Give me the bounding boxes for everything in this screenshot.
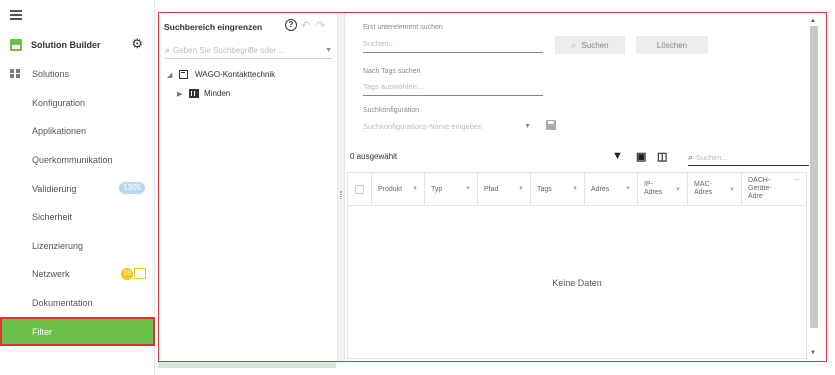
sidebar-item-querkommunikation[interactable]: Querkommunikation <box>0 146 155 175</box>
sidebar-item-netzwerk[interactable]: Netzwerk 18 <box>0 260 155 289</box>
sidebar-item-solutions[interactable]: Solutions <box>0 60 155 89</box>
solution-builder-logo-icon <box>10 39 22 51</box>
validation-count-badge: 1305 <box>119 182 145 195</box>
horizontal-scrollbar[interactable] <box>158 362 336 368</box>
sidebar-item-label: Konfiguration <box>32 97 86 108</box>
sidebar-item-sicherheit[interactable]: Sicherheit <box>0 203 155 232</box>
network-count-badge: 18 <box>121 268 133 281</box>
sidebar-item-label: Lizenzierung <box>32 240 84 251</box>
sidebar: Solution Builder ⚙ Solutions Konfigurati… <box>0 0 155 375</box>
sidebar-item-lizenzierung[interactable]: Lizenzierung <box>0 232 155 261</box>
brand-header: Solution Builder ⚙ <box>10 36 145 54</box>
sidebar-item-label: Solutions <box>32 69 70 80</box>
sidebar-item-validierung[interactable]: Validierung 1305 <box>0 174 155 203</box>
sidebar-nav: Solutions Konfiguration Applikationen Qu… <box>0 60 155 346</box>
network-warning-icon <box>134 268 146 280</box>
sidebar-item-filter[interactable]: Filter <box>0 317 155 346</box>
sidebar-item-label: Filter <box>32 326 52 337</box>
sidebar-item-label: Sicherheit <box>32 212 73 223</box>
sidebar-item-konfiguration[interactable]: Konfiguration <box>0 89 155 118</box>
gear-icon[interactable]: ⚙ <box>131 37 143 51</box>
brand-title: Solution Builder <box>31 40 101 50</box>
grid-icon <box>10 69 21 79</box>
sidebar-item-label: Validierung <box>32 183 77 194</box>
sidebar-item-dokumentation[interactable]: Dokumentation <box>0 289 155 318</box>
hamburger-menu-icon[interactable] <box>10 10 22 20</box>
sidebar-item-label: Applikationen <box>32 126 87 137</box>
sidebar-item-applikationen[interactable]: Applikationen <box>0 117 155 146</box>
sidebar-item-label: Querkommunikation <box>32 155 113 166</box>
highlight-frame <box>158 12 827 362</box>
sidebar-item-label: Netzwerk <box>32 269 70 280</box>
sidebar-item-label: Dokumentation <box>32 298 93 309</box>
